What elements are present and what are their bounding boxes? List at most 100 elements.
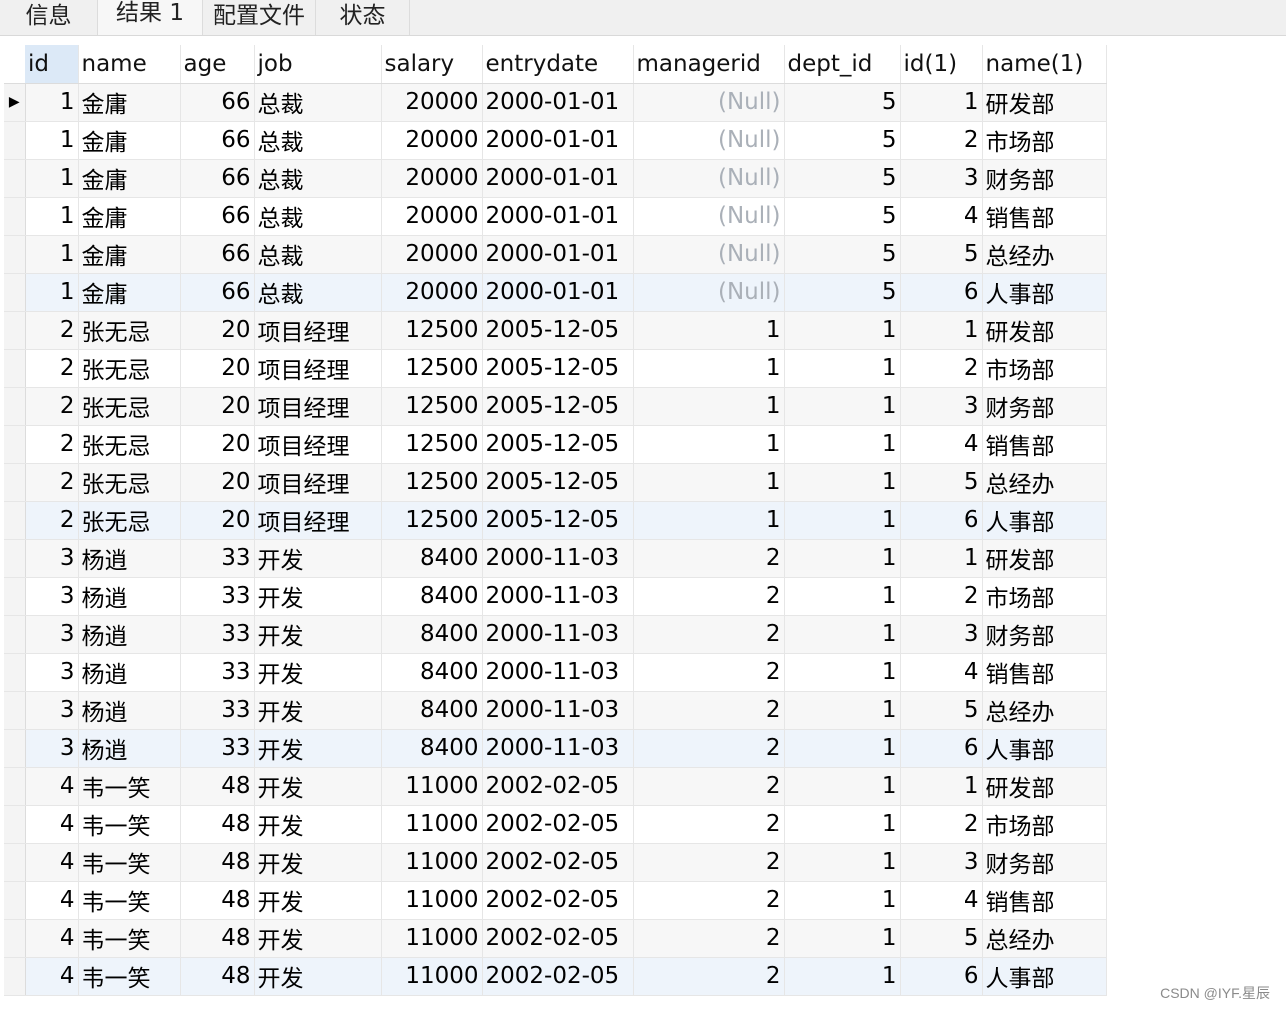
cell-salary[interactable]: 11000 xyxy=(381,843,483,882)
table-row[interactable]: 4 韦一笑 48 开发 11000 2002-02-05 2 1 6 人事部 xyxy=(4,957,1107,996)
cell-id[interactable]: 2 xyxy=(25,501,79,540)
cell-managerid[interactable]: 1 xyxy=(633,349,785,388)
table-row[interactable]: 3 杨逍 33 开发 8400 2000-11-03 2 1 3 财务部 xyxy=(4,615,1107,654)
table-row[interactable]: 4 韦一笑 48 开发 11000 2002-02-05 2 1 5 总经办 xyxy=(4,919,1107,958)
cell-id[interactable]: 3 xyxy=(25,691,79,730)
row-indicator[interactable] xyxy=(4,273,26,312)
cell-name[interactable]: 韦一笑 xyxy=(78,919,181,958)
cell-managerid[interactable]: (Null) xyxy=(633,159,785,198)
cell-id1[interactable]: 6 xyxy=(900,273,983,312)
cell-id[interactable]: 3 xyxy=(25,653,79,692)
cell-entrydate[interactable]: 2000-11-03 xyxy=(482,729,634,768)
cell-job[interactable]: 项目经理 xyxy=(254,387,382,426)
cell-age[interactable]: 33 xyxy=(180,539,255,578)
tab-info[interactable]: 信息 xyxy=(0,0,98,35)
cell-managerid[interactable]: 2 xyxy=(633,881,785,920)
cell-managerid[interactable]: 2 xyxy=(633,615,785,654)
cell-job[interactable]: 开发 xyxy=(254,653,382,692)
table-row[interactable]: 2 张无忌 20 项目经理 12500 2005-12-05 1 1 5 总经办 xyxy=(4,463,1107,502)
cell-managerid[interactable]: 2 xyxy=(633,577,785,616)
cell-name1[interactable]: 人事部 xyxy=(982,501,1107,540)
col-header-name-1[interactable]: name(1) xyxy=(982,45,1107,84)
cell-dept-id[interactable]: 1 xyxy=(784,463,901,502)
cell-age[interactable]: 48 xyxy=(180,881,255,920)
cell-id1[interactable]: 4 xyxy=(900,425,983,464)
cell-age[interactable]: 20 xyxy=(180,501,255,540)
cell-name1[interactable]: 销售部 xyxy=(982,425,1107,464)
table-row[interactable]: 2 张无忌 20 项目经理 12500 2005-12-05 1 1 3 财务部 xyxy=(4,387,1107,426)
table-row[interactable]: 3 杨逍 33 开发 8400 2000-11-03 2 1 6 人事部 xyxy=(4,729,1107,768)
cell-managerid[interactable]: 2 xyxy=(633,729,785,768)
cell-entrydate[interactable]: 2005-12-05 xyxy=(482,387,634,426)
cell-managerid[interactable]: 2 xyxy=(633,539,785,578)
cell-dept-id[interactable]: 5 xyxy=(784,83,901,122)
cell-managerid[interactable]: (Null) xyxy=(633,121,785,160)
row-indicator[interactable] xyxy=(4,881,26,920)
cell-salary[interactable]: 12500 xyxy=(381,349,483,388)
cell-name1[interactable]: 市场部 xyxy=(982,577,1107,616)
cell-id[interactable]: 2 xyxy=(25,387,79,426)
cell-id[interactable]: 1 xyxy=(25,235,79,274)
cell-salary[interactable]: 8400 xyxy=(381,539,483,578)
table-row[interactable]: 2 张无忌 20 项目经理 12500 2005-12-05 1 1 1 研发部 xyxy=(4,311,1107,350)
cell-managerid[interactable]: 1 xyxy=(633,425,785,464)
row-indicator[interactable] xyxy=(4,729,26,768)
cell-id[interactable]: 4 xyxy=(25,805,79,844)
cell-name[interactable]: 金庸 xyxy=(78,121,181,160)
cell-name[interactable]: 杨逍 xyxy=(78,539,181,578)
cell-name[interactable]: 杨逍 xyxy=(78,729,181,768)
cell-id1[interactable]: 3 xyxy=(900,615,983,654)
cell-entrydate[interactable]: 2005-12-05 xyxy=(482,463,634,502)
table-row[interactable]: 2 张无忌 20 项目经理 12500 2005-12-05 1 1 4 销售部 xyxy=(4,425,1107,464)
cell-managerid[interactable]: 1 xyxy=(633,311,785,350)
cell-name[interactable]: 韦一笑 xyxy=(78,881,181,920)
cell-dept-id[interactable]: 1 xyxy=(784,501,901,540)
cell-job[interactable]: 开发 xyxy=(254,767,382,806)
cell-salary[interactable]: 8400 xyxy=(381,577,483,616)
col-header-id[interactable]: id xyxy=(25,45,79,84)
cell-name1[interactable]: 研发部 xyxy=(982,539,1107,578)
row-indicator[interactable] xyxy=(4,501,26,540)
cell-managerid[interactable]: (Null) xyxy=(633,83,785,122)
cell-age[interactable]: 66 xyxy=(180,197,255,236)
table-row[interactable]: 1 金庸 66 总裁 20000 2000-01-01 (Null) 5 4 销售部 xyxy=(4,197,1107,236)
cell-name1[interactable]: 总经办 xyxy=(982,235,1107,274)
table-row[interactable]: 4 韦一笑 48 开发 11000 2002-02-05 2 1 3 财务部 xyxy=(4,843,1107,882)
cell-age[interactable]: 33 xyxy=(180,729,255,768)
row-indicator[interactable] xyxy=(4,349,26,388)
cell-age[interactable]: 20 xyxy=(180,387,255,426)
cell-name1[interactable]: 人事部 xyxy=(982,273,1107,312)
cell-id[interactable]: 2 xyxy=(25,349,79,388)
cell-salary[interactable]: 12500 xyxy=(381,501,483,540)
cell-name1[interactable]: 财务部 xyxy=(982,159,1107,198)
cell-name1[interactable]: 总经办 xyxy=(982,691,1107,730)
cell-dept-id[interactable]: 1 xyxy=(784,691,901,730)
cell-job[interactable]: 项目经理 xyxy=(254,349,382,388)
cell-dept-id[interactable]: 5 xyxy=(784,121,901,160)
cell-name1[interactable]: 销售部 xyxy=(982,653,1107,692)
cell-salary[interactable]: 11000 xyxy=(381,805,483,844)
cell-salary[interactable]: 11000 xyxy=(381,767,483,806)
cell-entrydate[interactable]: 2000-11-03 xyxy=(482,577,634,616)
row-indicator[interactable] xyxy=(4,767,26,806)
cell-id[interactable]: 1 xyxy=(25,159,79,198)
cell-job[interactable]: 总裁 xyxy=(254,121,382,160)
cell-managerid[interactable]: (Null) xyxy=(633,235,785,274)
cell-age[interactable]: 20 xyxy=(180,425,255,464)
cell-salary[interactable]: 11000 xyxy=(381,881,483,920)
cell-name[interactable]: 张无忌 xyxy=(78,311,181,350)
cell-age[interactable]: 66 xyxy=(180,235,255,274)
cell-id1[interactable]: 6 xyxy=(900,957,983,996)
table-row[interactable]: 1 金庸 66 总裁 20000 2000-01-01 (Null) 5 3 财务部 xyxy=(4,159,1107,198)
cell-job[interactable]: 开发 xyxy=(254,919,382,958)
cell-managerid[interactable]: 2 xyxy=(633,843,785,882)
cell-id1[interactable]: 1 xyxy=(900,83,983,122)
row-indicator[interactable] xyxy=(4,235,26,274)
cell-entrydate[interactable]: 2002-02-05 xyxy=(482,843,634,882)
cell-id1[interactable]: 2 xyxy=(900,121,983,160)
cell-age[interactable]: 66 xyxy=(180,273,255,312)
cell-name[interactable]: 张无忌 xyxy=(78,501,181,540)
cell-salary[interactable]: 8400 xyxy=(381,691,483,730)
cell-salary[interactable]: 12500 xyxy=(381,463,483,502)
cell-dept-id[interactable]: 1 xyxy=(784,387,901,426)
